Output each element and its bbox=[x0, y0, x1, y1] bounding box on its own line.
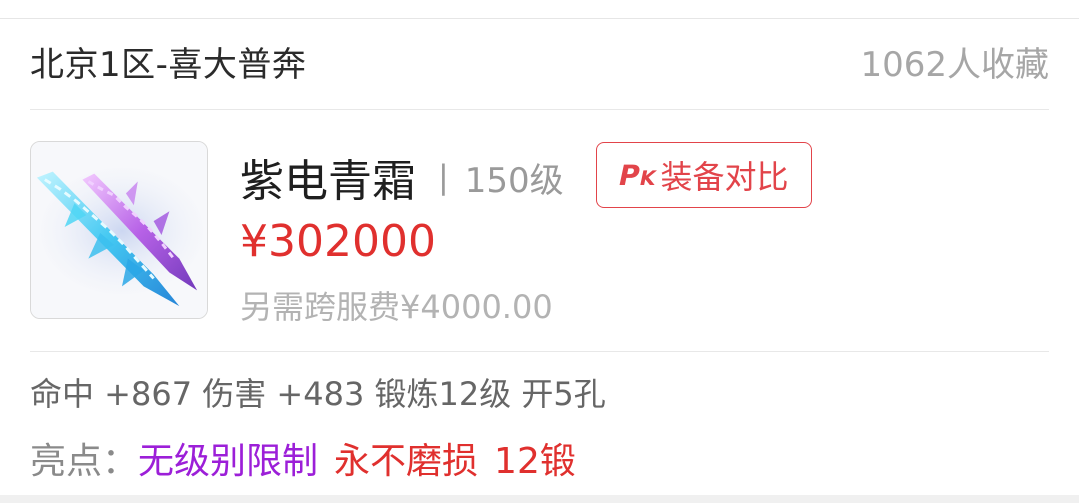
highlight-tag: 12锻 bbox=[494, 441, 576, 482]
item-attributes: 命中 +867 伤害 +483 锻炼12级 开5孔 bbox=[30, 375, 606, 413]
item-thumbnail[interactable] bbox=[30, 141, 208, 319]
header-divider bbox=[30, 109, 1049, 110]
title-separator: | bbox=[438, 158, 449, 196]
item-level: 150级 bbox=[464, 160, 564, 201]
purple-blue-crystal-blades-icon bbox=[31, 142, 207, 318]
equipment-compare-button[interactable]: P K 装备对比 bbox=[596, 142, 812, 208]
equipment-card[interactable]: 北京1区-喜大普奔 1062人收藏 紫电青霜 | 150级 P K 装备对比 ¥… bbox=[0, 0, 1079, 503]
highlight-tag: 无级别限制 bbox=[138, 441, 319, 482]
highlight-tag: 永不磨损 bbox=[334, 441, 479, 482]
cross-server-fee: 另需跨服费¥4000.00 bbox=[240, 288, 553, 326]
item-info: 紫电青霜 | 150级 P K 装备对比 ¥302000 另需跨服费¥4000.… bbox=[240, 142, 812, 326]
pk-icon-k: K bbox=[637, 165, 659, 190]
top-divider bbox=[0, 18, 1079, 19]
card-header: 北京1区-喜大普奔 1062人收藏 bbox=[30, 36, 1049, 86]
item-title-row: 紫电青霜 | 150级 bbox=[240, 142, 564, 212]
compare-button-label: 装备对比 bbox=[660, 158, 789, 196]
bottom-separator-band bbox=[0, 495, 1079, 503]
pk-icon: P K bbox=[616, 159, 660, 192]
server-name: 北京1区-喜大普奔 bbox=[30, 44, 307, 85]
attributes-divider bbox=[30, 351, 1049, 352]
favorites-count: 1062人收藏 bbox=[860, 44, 1049, 85]
item-name[interactable]: 紫电青霜 bbox=[240, 145, 416, 209]
highlights-label: 亮点： bbox=[30, 441, 139, 482]
item-price: ¥302000 bbox=[240, 216, 436, 267]
highlights-row: 亮点： 无级别限制 永不磨损 12锻 bbox=[30, 432, 576, 484]
